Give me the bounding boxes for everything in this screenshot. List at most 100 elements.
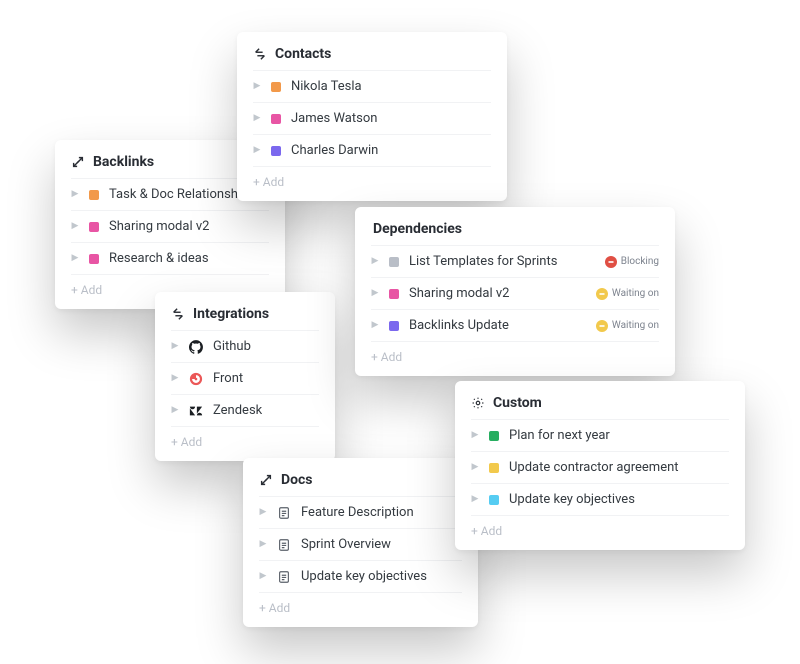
add-button[interactable]: + Add (259, 592, 462, 619)
integrations-card: Integrations ▶ Github ▶ Front ▶ Zendesk … (155, 292, 335, 461)
item-label: List Templates for Sprints (409, 254, 557, 269)
link-in-icon (71, 155, 85, 169)
item-label: Nikola Tesla (291, 79, 362, 94)
card-title: Integrations (193, 306, 269, 322)
status-pill: Waiting on (596, 288, 659, 300)
status-pill: Blocking (605, 256, 659, 268)
chevron-right-icon: ▶ (171, 406, 179, 415)
list-item[interactable]: ▶ Sharing modal v2 (71, 210, 269, 242)
chevron-right-icon: ▶ (71, 254, 79, 263)
chevron-right-icon: ▶ (371, 321, 379, 330)
card-title: Dependencies (373, 221, 462, 237)
doc-icon (277, 538, 291, 552)
github-icon (189, 340, 203, 354)
list-item[interactable]: ▶ Update key objectives (259, 560, 462, 592)
chevron-right-icon: ▶ (171, 342, 179, 351)
list-item[interactable]: ▶ Update contractor agreement (471, 451, 729, 483)
item-label: Feature Description (301, 505, 414, 520)
zendesk-icon (189, 404, 203, 418)
gear-icon (471, 396, 485, 410)
item-label: Plan for next year (509, 428, 610, 443)
list-item[interactable]: ▶ Github (171, 330, 319, 362)
chevron-right-icon: ▶ (259, 572, 267, 581)
item-label: Task & Doc Relationships (109, 187, 255, 202)
item-label: Charles Darwin (291, 143, 378, 158)
status-pill: Waiting on (596, 320, 659, 332)
list-item[interactable]: ▶ Nikola Tesla (253, 70, 491, 102)
list-item[interactable]: ▶ List Templates for Sprints Blocking (371, 245, 659, 277)
status-label: Blocking (621, 256, 659, 267)
list-item[interactable]: ▶ Charles Darwin (253, 134, 491, 166)
contacts-card: Contacts ▶ Nikola Tesla ▶ James Watson ▶… (237, 32, 507, 201)
list-item[interactable]: ▶ James Watson (253, 102, 491, 134)
status-square-icon (389, 321, 399, 331)
chevron-right-icon: ▶ (253, 114, 261, 123)
integrations-list: ▶ Github ▶ Front ▶ Zendesk (171, 330, 319, 426)
chevron-right-icon: ▶ (253, 82, 261, 91)
item-label: Front (213, 371, 243, 386)
item-label: Research & ideas (109, 251, 209, 266)
card-header: Docs (259, 472, 462, 488)
card-header: Integrations (171, 306, 319, 322)
list-item[interactable]: ▶ Feature Description (259, 496, 462, 528)
status-label: Waiting on (612, 320, 659, 331)
dependencies-list: ▶ List Templates for Sprints Blocking ▶ … (371, 245, 659, 341)
add-button[interactable]: + Add (171, 426, 319, 453)
dependencies-card: Dependencies ▶ List Templates for Sprint… (355, 207, 675, 376)
chevron-right-icon: ▶ (259, 508, 267, 517)
docs-list: ▶ Feature Description ▶ Sprint Overview … (259, 496, 462, 592)
add-button[interactable]: + Add (253, 166, 491, 193)
status-square-icon (489, 431, 499, 441)
list-item[interactable]: ▶ Backlinks Update Waiting on (371, 309, 659, 341)
add-button[interactable]: + Add (371, 341, 659, 368)
status-square-icon (271, 146, 281, 156)
status-square-icon (89, 190, 99, 200)
list-item[interactable]: ▶ Plan for next year (471, 419, 729, 451)
waiting-icon (596, 320, 608, 332)
status-square-icon (489, 463, 499, 473)
item-label: Update key objectives (301, 569, 427, 584)
item-label: Sharing modal v2 (109, 219, 209, 234)
list-item[interactable]: ▶ Research & ideas (71, 242, 269, 274)
chevron-right-icon: ▶ (371, 257, 379, 266)
swap-icon (253, 47, 267, 61)
doc-icon (277, 506, 291, 520)
chevron-right-icon: ▶ (253, 146, 261, 155)
card-header: Contacts (253, 46, 491, 62)
status-label: Waiting on (612, 288, 659, 299)
list-item[interactable]: ▶ Zendesk (171, 394, 319, 426)
doc-icon (277, 570, 291, 584)
blocking-icon (605, 256, 617, 268)
status-square-icon (271, 114, 281, 124)
contacts-list: ▶ Nikola Tesla ▶ James Watson ▶ Charles … (253, 70, 491, 166)
item-label: Sprint Overview (301, 537, 391, 552)
card-header: Custom (471, 395, 729, 411)
custom-card: Custom ▶ Plan for next year ▶ Update con… (455, 381, 745, 550)
list-item[interactable]: ▶ Update key objectives (471, 483, 729, 515)
list-item[interactable]: ▶ Front (171, 362, 319, 394)
chevron-right-icon: ▶ (171, 374, 179, 383)
item-label: James Watson (291, 111, 377, 126)
front-icon (189, 372, 203, 386)
chevron-right-icon: ▶ (371, 289, 379, 298)
list-item[interactable]: ▶ Sharing modal v2 Waiting on (371, 277, 659, 309)
add-button[interactable]: + Add (471, 515, 729, 542)
chevron-right-icon: ▶ (471, 463, 479, 472)
status-square-icon (389, 289, 399, 299)
waiting-icon (596, 288, 608, 300)
status-square-icon (271, 82, 281, 92)
custom-list: ▶ Plan for next year ▶ Update contractor… (471, 419, 729, 515)
card-title: Custom (493, 395, 542, 411)
chevron-right-icon: ▶ (471, 431, 479, 440)
item-label: Sharing modal v2 (409, 286, 509, 301)
item-label: Backlinks Update (409, 318, 509, 333)
card-title: Contacts (275, 46, 331, 62)
status-square-icon (89, 222, 99, 232)
docs-card: Docs ▶ Feature Description ▶ Sprint Over… (243, 458, 478, 627)
swap-icon (171, 307, 185, 321)
status-square-icon (389, 257, 399, 267)
link-in-icon (259, 473, 273, 487)
chevron-right-icon: ▶ (71, 190, 79, 199)
list-item[interactable]: ▶ Sprint Overview (259, 528, 462, 560)
status-square-icon (89, 254, 99, 264)
